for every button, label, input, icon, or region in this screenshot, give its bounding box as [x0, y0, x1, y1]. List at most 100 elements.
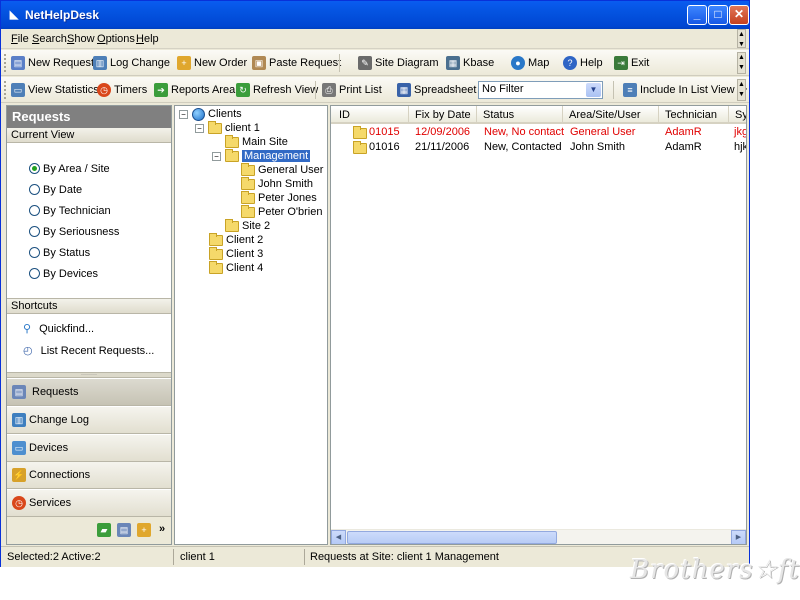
- panel-splitter[interactable]: ········: [7, 372, 171, 378]
- more-chevron-icon[interactable]: »: [159, 523, 165, 535]
- view-option-area-site[interactable]: By Area / Site: [29, 158, 119, 179]
- status-selected-count: Selected:2 Active:2: [7, 551, 101, 563]
- nav-devices[interactable]: ▭ Devices: [7, 435, 171, 462]
- watermark-logo: Brothers☆ft: [630, 555, 800, 585]
- toolbar1-chevron[interactable]: ▲ ▼: [737, 52, 746, 74]
- map-button[interactable]: ● Map: [511, 54, 549, 72]
- help-button[interactable]: ? Help: [563, 54, 603, 72]
- list-recent-requests-link[interactable]: ◴ List Recent Requests...: [23, 344, 154, 358]
- view-option-technician[interactable]: By Technician: [29, 200, 119, 221]
- list-header: ID Fix by Date Status Area/Site/User Tec…: [331, 106, 746, 124]
- view-option-status[interactable]: By Status: [29, 242, 119, 263]
- window-title: NetHelpDesk: [25, 8, 100, 22]
- new-request-button[interactable]: ▤ New Request: [11, 54, 94, 72]
- nav-footer: ▰ ▤ + »: [7, 517, 171, 544]
- tree-node-clients[interactable]: − Clients: [179, 107, 242, 121]
- collapse-icon[interactable]: −: [195, 123, 204, 133]
- quickfind-icon: ⚲: [23, 323, 32, 335]
- horizontal-scrollbar[interactable]: ◀ ▶: [331, 529, 746, 544]
- folder-add-icon[interactable]: +: [137, 523, 151, 537]
- menu-options[interactable]: Options: [97, 33, 135, 45]
- tree-node-peter-obrien[interactable]: Peter O'brien: [241, 204, 322, 219]
- radio[interactable]: [29, 226, 40, 237]
- column-area-site-user[interactable]: Area/Site/User: [563, 106, 659, 124]
- column-sy[interactable]: Sy: [729, 106, 746, 124]
- filter-select[interactable]: No Filter ▼: [478, 81, 603, 99]
- refresh-icon: ↻: [236, 83, 250, 97]
- folder-icon: [241, 204, 255, 218]
- list-view-icon: ≡: [623, 83, 637, 97]
- kbase-button[interactable]: ▦ Kbase: [446, 54, 494, 72]
- include-in-list-view-button[interactable]: ≡Include In List View▼: [623, 81, 749, 99]
- view-option-seriousness[interactable]: By Seriousness: [29, 221, 119, 242]
- scroll-thumb[interactable]: [347, 531, 557, 544]
- menu-file[interactable]: File: [11, 33, 29, 45]
- tree-node-management[interactable]: − Management: [212, 148, 311, 163]
- quickfind-link[interactable]: ⚲ Quickfind...: [23, 322, 94, 336]
- table-row[interactable]: 01015 12/09/2006 New, No contact General…: [331, 125, 746, 140]
- menu-search[interactable]: Search: [32, 33, 67, 45]
- paste-request-button[interactable]: ▣ Paste Request: [252, 54, 341, 72]
- reports-area-button[interactable]: ➔ Reports Area: [154, 81, 235, 99]
- tree-node-client-1[interactable]: − client 1: [195, 120, 260, 135]
- log-change-button[interactable]: ▥ Log Change: [93, 54, 170, 72]
- close-button[interactable]: ✕: [729, 5, 749, 25]
- radio[interactable]: [29, 205, 40, 216]
- table-row[interactable]: 01016 21/11/2006 New, Contacted John Smi…: [331, 140, 746, 155]
- print-list-button[interactable]: ⎙ Print List: [322, 81, 382, 99]
- dropdown-arrow-icon[interactable]: ▼: [586, 83, 601, 97]
- current-view-header: Current View: [7, 128, 171, 143]
- column-id[interactable]: ID: [331, 106, 409, 124]
- column-fix-by-date[interactable]: Fix by Date: [409, 106, 477, 124]
- tree-node-general-user[interactable]: General User: [241, 162, 323, 177]
- minimize-button[interactable]: _: [687, 5, 707, 25]
- tree-node-peter-jones[interactable]: Peter Jones: [241, 190, 317, 205]
- collapse-icon[interactable]: −: [179, 109, 188, 119]
- tree-node-client-2[interactable]: Client 2: [209, 232, 263, 247]
- title-bar[interactable]: ◣ NetHelpDesk _ □ ✕: [1, 1, 749, 29]
- toolbar-grip[interactable]: [4, 54, 7, 72]
- nav-connections[interactable]: ⚡ Connections: [7, 462, 171, 489]
- toolbar2-chevron[interactable]: ▲ ▼: [737, 79, 746, 101]
- toolbar-grip[interactable]: [4, 81, 7, 99]
- nav-change-log[interactable]: ▥ Change Log: [7, 407, 171, 434]
- new-request-folder-icon: [353, 126, 367, 139]
- site-diagram-button[interactable]: ✎ Site Diagram: [358, 54, 439, 72]
- folder-icon: [241, 176, 255, 190]
- radio[interactable]: [29, 268, 40, 279]
- status-site: Requests at Site: client 1 Management: [310, 551, 499, 563]
- toolbar-separator: [613, 81, 614, 99]
- document-icon[interactable]: ▤: [117, 523, 131, 537]
- radio[interactable]: [29, 247, 40, 258]
- radio[interactable]: [29, 184, 40, 195]
- scroll-left-button[interactable]: ◀: [331, 530, 346, 544]
- menu-chevron[interactable]: ▲ ▼: [737, 29, 746, 48]
- tree-node-main-site[interactable]: Main Site: [225, 134, 288, 149]
- tree-node-client-3[interactable]: Client 3: [209, 246, 263, 261]
- folder-icon: [208, 120, 222, 134]
- menu-help[interactable]: Help: [136, 33, 159, 45]
- new-order-button[interactable]: + New Order: [177, 54, 247, 72]
- column-status[interactable]: Status: [477, 106, 563, 124]
- book-icon: ▦: [446, 56, 460, 70]
- collapse-icon[interactable]: −: [212, 151, 221, 161]
- tree-node-site-2[interactable]: Site 2: [225, 218, 270, 233]
- menu-show[interactable]: Show: [67, 33, 95, 45]
- exit-button[interactable]: ⇥ Exit: [614, 54, 649, 72]
- nav-services[interactable]: ◷ Services: [7, 490, 171, 517]
- view-option-devices[interactable]: By Devices: [29, 263, 119, 284]
- refresh-view-button[interactable]: ↻ Refresh View: [236, 81, 318, 99]
- tree-node-client-4[interactable]: Client 4: [209, 260, 263, 275]
- view-statistics-button[interactable]: ▭ View Statistics: [11, 81, 99, 99]
- status-separator: [173, 549, 174, 565]
- view-option-date[interactable]: By Date: [29, 179, 119, 200]
- scroll-right-button[interactable]: ▶: [731, 530, 746, 544]
- tree-node-john-smith[interactable]: John Smith: [241, 176, 313, 191]
- radio-selected[interactable]: [29, 163, 40, 174]
- nav-requests[interactable]: ▤ Requests: [7, 379, 171, 406]
- timers-button[interactable]: ◷ Timers: [97, 81, 147, 99]
- truck-icon[interactable]: ▰: [97, 523, 111, 537]
- maximize-button[interactable]: □: [708, 5, 728, 25]
- spreadsheet-button[interactable]: ▦ Spreadsheet: [397, 81, 476, 99]
- column-technician[interactable]: Technician: [659, 106, 729, 124]
